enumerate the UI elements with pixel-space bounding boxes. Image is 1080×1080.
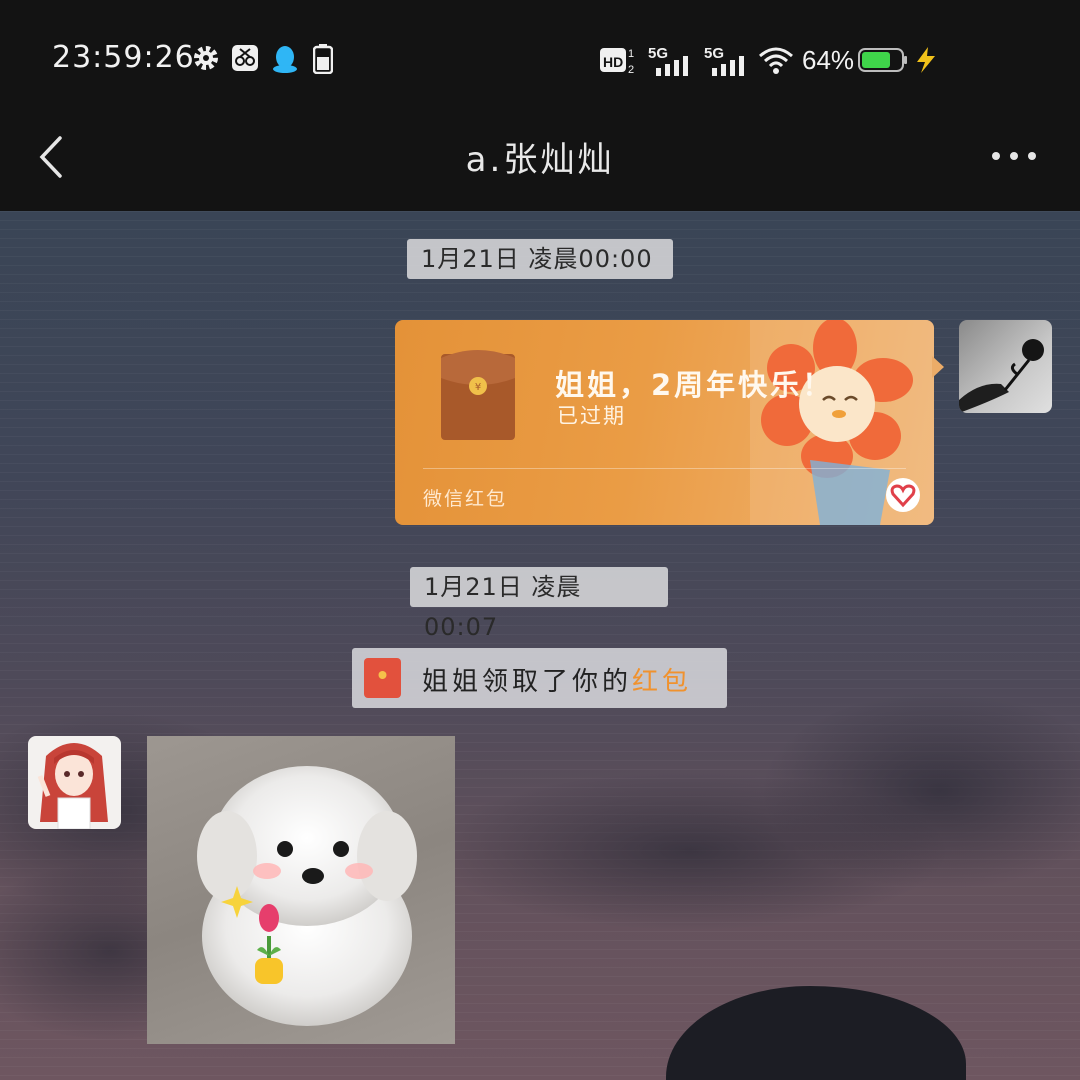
divider — [423, 468, 906, 469]
top-bar: 23:59:26 HD 1 2 5G 5G 64% a.张灿灿 — [0, 0, 1080, 211]
battery-icon — [858, 44, 908, 80]
hd-label: HD — [603, 54, 623, 70]
my-avatar[interactable] — [959, 320, 1052, 413]
more-button[interactable] — [988, 146, 1040, 166]
image-message[interactable] — [147, 736, 455, 1044]
svg-text:1: 1 — [628, 48, 634, 60]
scissors-icon — [231, 44, 259, 76]
hd-icon: HD 1 2 — [600, 44, 640, 80]
bubble-tail — [932, 356, 944, 378]
status-time: 23:59:26 — [52, 40, 195, 75]
notice-text: 姐姐领取了你的 — [422, 667, 633, 697]
network-label-1: 5G — [648, 45, 668, 62]
svg-text:¥: ¥ — [475, 382, 481, 393]
gear-icon — [192, 44, 220, 76]
network-label-2: 5G — [704, 45, 724, 62]
red-packet-link[interactable]: 红包 — [632, 667, 692, 697]
charging-icon — [912, 44, 940, 80]
anime-girl-avatar-image — [37, 743, 108, 829]
more-dots-icon — [992, 152, 1036, 160]
heart-badge-icon — [886, 478, 920, 512]
wifi-icon — [758, 44, 794, 80]
red-packet-icon — [364, 658, 401, 698]
red-packet-message[interactable]: ¥ 姐姐，2周年快乐！ 已过期 微信红包 — [395, 320, 934, 525]
timestamp: 1月21日 凌晨00:00 — [407, 239, 673, 279]
contact-avatar[interactable] — [28, 736, 121, 829]
system-notice: 姐姐领取了你的红包 — [352, 648, 727, 708]
puppy-photo — [197, 766, 417, 1026]
red-packet-title: 姐姐，2周年快乐！ — [555, 368, 835, 402]
signal-icon: 5G — [648, 44, 694, 82]
timestamp: 1月21日 凌晨00:07 — [410, 567, 668, 641]
svg-text:2: 2 — [628, 64, 634, 76]
chat-area[interactable]: 1月21日 凌晨00:00 ¥ 姐姐，2周年快乐！ 已过期 微信红包 1月21日… — [0, 211, 1080, 1080]
red-packet-footer: 微信红包 — [423, 488, 508, 510]
system-notice-text: 姐姐领取了你的红包 — [422, 661, 692, 698]
signal-icon: 5G — [704, 44, 750, 82]
rose-hand-avatar-image — [959, 339, 1044, 413]
chat-title: a.张灿灿 — [465, 140, 615, 180]
battery-small-icon — [312, 44, 334, 78]
red-packet-status: 已过期 — [557, 404, 626, 428]
qq-penguin-icon — [271, 44, 299, 78]
battery-percent: 64% — [802, 45, 855, 75]
red-packet-envelope-icon: ¥ — [441, 350, 515, 440]
